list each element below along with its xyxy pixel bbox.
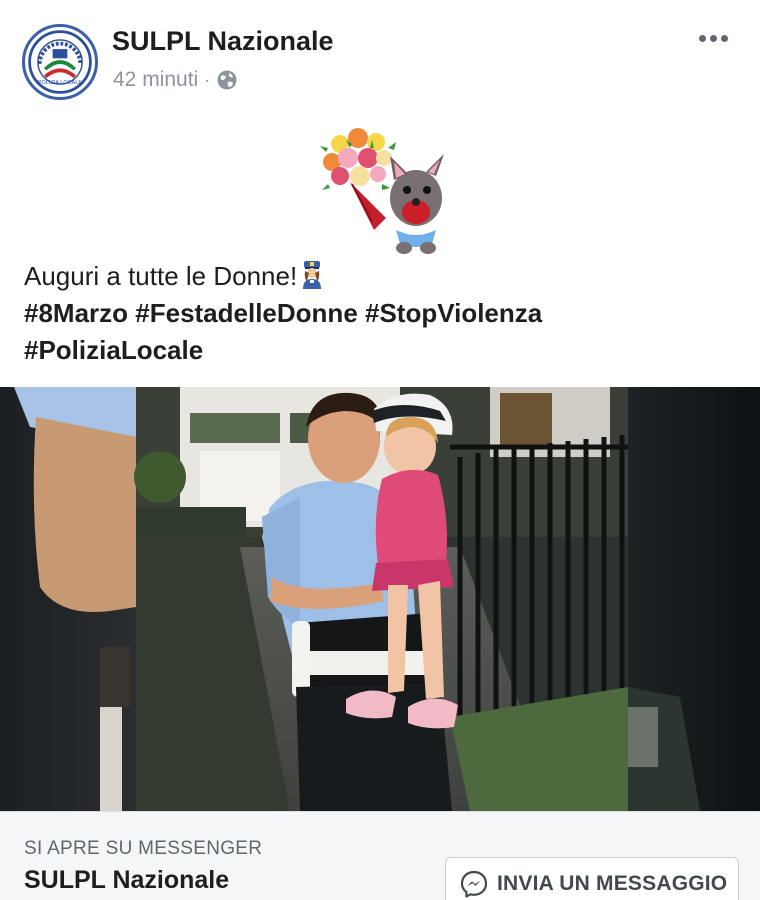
hashtags-line-2[interactable]: #PoliziaLocale <box>24 332 736 369</box>
post-text: Auguri a tutte le Donne! #8Marzo #Festad… <box>24 258 736 369</box>
meta-separator: · <box>204 69 211 90</box>
hashtags-line-1[interactable]: #8Marzo #FestadelleDonne #StopViolenza <box>24 295 736 332</box>
avatar-logo-text: POLIZIA LOCALE <box>38 80 82 86</box>
post-meta: 42 minuti · <box>113 68 238 92</box>
cta-page-name: SULPL Nazionale <box>24 866 230 894</box>
globe-icon <box>217 70 237 90</box>
police-officer-woman-emoji <box>303 261 322 289</box>
more-options-icon[interactable] <box>696 26 730 50</box>
send-message-button[interactable]: INVIA UN MESSAGGIO <box>445 857 739 900</box>
messenger-icon <box>460 870 488 898</box>
flower-bouquet-dog-sticker <box>312 122 452 262</box>
messenger-cta-bar: SI APRE SU MESSENGER SULPL Nazionale INV… <box>0 811 760 900</box>
post-photo[interactable] <box>0 387 760 811</box>
page-name[interactable]: SULPL Nazionale <box>112 26 334 57</box>
post-header: POLIZIA LOCALE SULPL Nazionale 42 minuti… <box>0 0 760 112</box>
timestamp[interactable]: 42 minuti <box>113 68 198 92</box>
post-greeting: Auguri a tutte le Donne! <box>24 261 298 291</box>
send-message-label: INVIA UN MESSAGGIO <box>497 872 728 895</box>
page-avatar[interactable]: POLIZIA LOCALE <box>22 24 98 100</box>
polizia-locale-logo: POLIZIA LOCALE <box>28 30 92 94</box>
cta-subtitle: SI APRE SU MESSENGER <box>24 838 263 859</box>
policewoman-holding-child-photo <box>0 387 760 811</box>
post-text-line: Auguri a tutte le Donne! <box>24 258 736 295</box>
